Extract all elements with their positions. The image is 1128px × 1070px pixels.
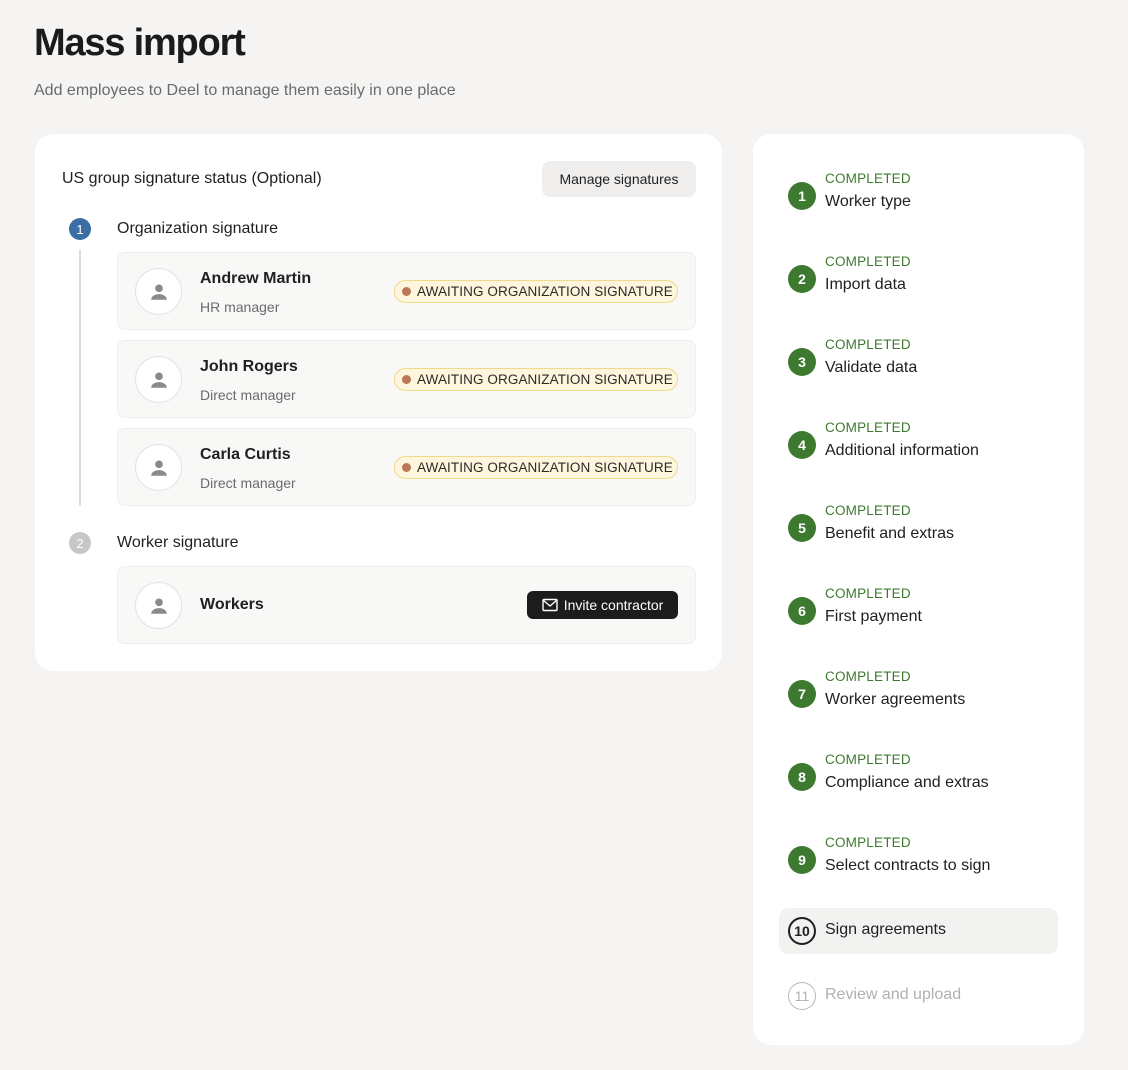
signer-row-workers: Workers Invite contractor (117, 566, 696, 644)
signer-name: Workers (200, 596, 264, 613)
step-status: COMPLETED (825, 835, 911, 850)
avatar (135, 268, 182, 315)
step-worker-type[interactable]: 1 COMPLETED Worker type (788, 171, 1048, 221)
step-label: Review and upload (825, 986, 962, 1003)
status-dot (402, 287, 411, 296)
step-benefit-and-extras[interactable]: 5 COMPLETED Benefit and extras (788, 503, 1048, 553)
step-status: COMPLETED (825, 254, 911, 269)
signature-status-card: US group signature status (Optional) Man… (35, 134, 722, 671)
signer-name: John Rogers (200, 358, 298, 375)
status-dot (402, 375, 411, 384)
step-label: First payment (825, 608, 922, 625)
signer-role: HR manager (200, 299, 280, 315)
step-label: Import data (825, 276, 906, 293)
status-text: AWAITING ORGANIZATION SIGNATURE (417, 284, 673, 299)
step-label: Select contracts to sign (825, 857, 991, 874)
signer-row: Andrew Martin HR manager AWAITING ORGANI… (117, 252, 696, 330)
invite-contractor-label: Invite contractor (563, 597, 664, 613)
page-subtitle: Add employees to Deel to manage them eas… (34, 82, 456, 99)
group-number-organization: 1 (69, 218, 91, 240)
step-label: Benefit and extras (825, 525, 954, 542)
invite-contractor-button[interactable]: Invite contractor (527, 591, 678, 619)
status-badge: AWAITING ORGANIZATION SIGNATURE (394, 456, 678, 479)
step-number: 4 (788, 431, 816, 459)
step-select-contracts[interactable]: 9 COMPLETED Select contracts to sign (788, 835, 1048, 885)
person-icon (150, 371, 167, 388)
step-number: 11 (788, 982, 816, 1010)
step-number: 8 (788, 763, 816, 791)
manage-signatures-button[interactable]: Manage signatures (542, 161, 696, 197)
step-compliance-and-extras[interactable]: 8 COMPLETED Compliance and extras (788, 752, 1048, 802)
group-number-worker: 2 (69, 532, 91, 554)
step-status: COMPLETED (825, 586, 911, 601)
group-label-worker: Worker signature (117, 534, 239, 551)
step-number: 5 (788, 514, 816, 542)
mail-icon (541, 598, 558, 612)
avatar (135, 582, 182, 629)
step-additional-information[interactable]: 4 COMPLETED Additional information (788, 420, 1048, 470)
step-number: 7 (788, 680, 816, 708)
signer-role: Direct manager (200, 475, 296, 491)
step-status: COMPLETED (825, 420, 911, 435)
signer-name: Andrew Martin (200, 270, 312, 287)
step-worker-agreements[interactable]: 7 COMPLETED Worker agreements (788, 669, 1048, 719)
person-icon (150, 459, 167, 476)
step-first-payment[interactable]: 6 COMPLETED First payment (788, 586, 1048, 636)
step-label: Sign agreements (825, 921, 946, 938)
timeline-line (79, 250, 81, 506)
step-validate-data[interactable]: 3 COMPLETED Validate data (788, 337, 1048, 387)
card-title: US group signature status (Optional) (62, 170, 322, 187)
step-label: Compliance and extras (825, 774, 989, 791)
step-number: 10 (788, 917, 816, 945)
signer-name: Carla Curtis (200, 446, 291, 463)
step-label: Worker agreements (825, 691, 966, 708)
step-number: 3 (788, 348, 816, 376)
step-review-and-upload: 11 Review and upload (788, 981, 1048, 1011)
step-sign-agreements[interactable]: 10 Sign agreements (779, 908, 1058, 954)
status-badge: AWAITING ORGANIZATION SIGNATURE (394, 368, 678, 391)
step-status: COMPLETED (825, 171, 911, 186)
status-text: AWAITING ORGANIZATION SIGNATURE (417, 460, 673, 475)
step-number: 6 (788, 597, 816, 625)
avatar (135, 356, 182, 403)
signer-row: John Rogers Direct manager AWAITING ORGA… (117, 340, 696, 418)
step-status: COMPLETED (825, 503, 911, 518)
step-number: 2 (788, 265, 816, 293)
step-number: 9 (788, 846, 816, 874)
status-badge: AWAITING ORGANIZATION SIGNATURE (394, 280, 678, 303)
person-icon (150, 283, 167, 300)
step-label: Validate data (825, 359, 918, 376)
status-dot (402, 463, 411, 472)
signer-row: Carla Curtis Direct manager AWAITING ORG… (117, 428, 696, 506)
step-import-data[interactable]: 2 COMPLETED Import data (788, 254, 1048, 304)
person-icon (150, 597, 167, 614)
step-label: Additional information (825, 442, 979, 459)
step-status: COMPLETED (825, 337, 911, 352)
status-text: AWAITING ORGANIZATION SIGNATURE (417, 372, 673, 387)
step-status: COMPLETED (825, 752, 911, 767)
step-label: Worker type (825, 193, 911, 210)
step-status: COMPLETED (825, 669, 911, 684)
avatar (135, 444, 182, 491)
signer-role: Direct manager (200, 387, 296, 403)
import-steps-panel: 1 COMPLETED Worker type 2 COMPLETED Impo… (753, 134, 1084, 1045)
group-label-organization: Organization signature (117, 220, 278, 237)
step-number: 1 (788, 182, 816, 210)
page-title: Mass import (34, 22, 246, 64)
